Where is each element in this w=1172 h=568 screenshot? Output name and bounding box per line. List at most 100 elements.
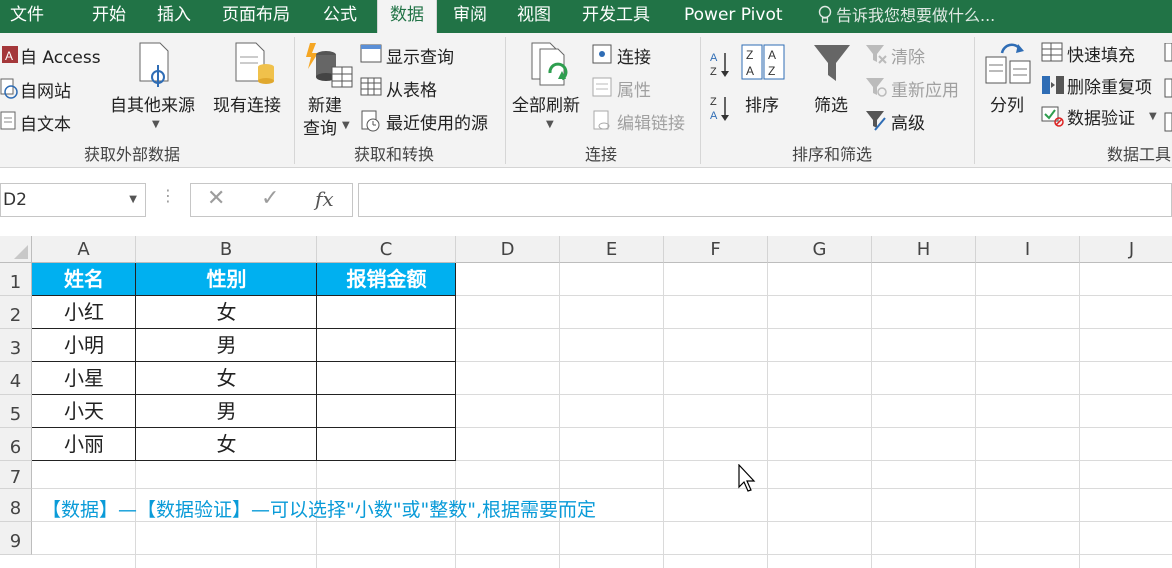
from-table-button[interactable]: 从表格 <box>386 76 437 101</box>
sort-az-icon: AZ <box>710 52 729 78</box>
cancel-icon[interactable]: ✕ <box>207 186 225 211</box>
table-cell[interactable]: 男 <box>136 329 317 362</box>
recent-sources-button[interactable]: 最近使用的源 <box>386 109 488 134</box>
table-cell[interactable] <box>317 362 456 395</box>
tab-page-layout[interactable]: 页面布局 <box>222 0 290 33</box>
column-header-e[interactable]: E <box>560 236 664 263</box>
edit-links-button[interactable]: 编辑链接 <box>617 109 685 134</box>
table-border <box>135 263 136 461</box>
select-all-corner[interactable] <box>0 236 32 263</box>
properties-button[interactable]: 属性 <box>617 76 651 101</box>
row-header-5[interactable]: 5 <box>0 395 32 428</box>
formula-buttons: ✕ ✓ fx <box>190 183 353 217</box>
table-cell[interactable] <box>317 395 456 428</box>
table-header-cell[interactable]: 姓名 <box>32 263 136 296</box>
advanced-button[interactable]: 高级 <box>891 109 925 134</box>
column-header-b[interactable]: B <box>136 236 317 263</box>
reapply-button[interactable]: 重新应用 <box>891 76 959 101</box>
tab-file[interactable]: 文件 <box>10 0 44 33</box>
table-header-cell[interactable]: 报销金额 <box>317 263 456 296</box>
chevron-down-icon[interactable]: ▼ <box>129 184 137 216</box>
remove-duplicates-button[interactable]: 删除重复项 <box>1067 73 1152 98</box>
from-other-sources-button[interactable]: 自其他来源 <box>110 91 195 116</box>
svg-text:A: A <box>5 49 13 63</box>
column-header-d[interactable]: D <box>456 236 560 263</box>
table-border <box>455 263 456 461</box>
table-cell[interactable]: 小星 <box>32 362 136 395</box>
row-header-9[interactable]: 9 <box>0 522 32 555</box>
existing-connections-button[interactable]: 现有连接 <box>213 91 281 116</box>
table-cell[interactable]: 女 <box>136 362 317 395</box>
new-query-icon <box>306 43 353 88</box>
table-cell[interactable] <box>317 428 456 461</box>
name-box[interactable]: D2 ▼ <box>0 183 146 217</box>
gridline <box>767 263 768 568</box>
row-header-7[interactable]: 7 <box>0 461 32 489</box>
column-header-i[interactable]: I <box>976 236 1080 263</box>
column-header-h[interactable]: H <box>872 236 976 263</box>
table-cell[interactable] <box>317 296 456 329</box>
table-cell[interactable]: 小明 <box>32 329 136 362</box>
table-border <box>32 394 456 395</box>
name-box-value: D2 <box>3 190 27 210</box>
table-cell[interactable]: 小丽 <box>32 428 136 461</box>
tab-review[interactable]: 审阅 <box>453 0 487 33</box>
insert-function-icon[interactable]: fx <box>315 187 334 211</box>
gridline <box>32 488 1172 489</box>
tab-insert[interactable]: 插入 <box>157 0 191 33</box>
column-header-j[interactable]: J <box>1080 236 1172 263</box>
from-web-button[interactable]: 自网站 <box>20 77 71 102</box>
column-header-c[interactable]: C <box>317 236 456 263</box>
svg-text:Z: Z <box>746 48 753 62</box>
svg-text:A: A <box>710 52 718 64</box>
tab-formulas[interactable]: 公式 <box>323 0 357 33</box>
text-to-columns-button[interactable]: 分列 <box>990 91 1024 116</box>
data-validation-button[interactable]: 数据验证 <box>1067 104 1135 129</box>
more-tools-icon <box>1164 43 1172 132</box>
from-access-button[interactable]: 自 Access <box>20 43 101 68</box>
tab-data[interactable]: 数据 <box>377 0 437 33</box>
row-header-8[interactable]: 8 <box>0 489 32 522</box>
row-header-6[interactable]: 6 <box>0 428 32 461</box>
group-label-sort-filter: 排序和筛选 <box>792 145 873 164</box>
formula-input[interactable] <box>358 183 1172 217</box>
from-text-button[interactable]: 自文本 <box>20 110 71 135</box>
gridline <box>1079 263 1080 568</box>
row-header-3[interactable]: 3 <box>0 329 32 362</box>
table-cell[interactable] <box>317 329 456 362</box>
sort-za-icon: ZA <box>710 96 729 122</box>
group-label-get-transform: 获取和转换 <box>354 145 435 164</box>
table-header-cell[interactable]: 性别 <box>136 263 317 296</box>
table-cell[interactable]: 小天 <box>32 395 136 428</box>
flash-fill-button[interactable]: 快速填充 <box>1067 41 1135 66</box>
table-cell[interactable]: 女 <box>136 296 317 329</box>
sort-button[interactable]: 排序 <box>745 91 779 116</box>
row-header-4[interactable]: 4 <box>0 362 32 395</box>
filter-button[interactable]: 筛选 <box>814 91 848 116</box>
table-cell[interactable]: 男 <box>136 395 317 428</box>
connections-button[interactable]: 连接 <box>617 43 651 68</box>
column-header-f[interactable]: F <box>664 236 768 263</box>
refresh-all-button[interactable]: 全部刷新 <box>512 91 580 116</box>
globe-icon <box>0 78 18 99</box>
show-queries-button[interactable]: 显示查询 <box>386 43 454 68</box>
enter-icon[interactable]: ✓ <box>261 186 279 211</box>
table-border <box>32 361 456 362</box>
column-header-g[interactable]: G <box>768 236 872 263</box>
tab-power-pivot[interactable]: Power Pivot <box>684 0 783 33</box>
row-header-2[interactable]: 2 <box>0 296 32 329</box>
new-query-label-1[interactable]: 新建 <box>308 91 342 116</box>
clear-button[interactable]: 清除 <box>891 43 925 68</box>
tab-developer[interactable]: 开发工具 <box>582 0 650 33</box>
clear-filter-icon <box>866 45 887 64</box>
svg-text:A: A <box>710 110 718 122</box>
new-query-label-2[interactable]: 查询 <box>303 114 337 139</box>
tell-me-box[interactable]: 告诉我您想要做什么... <box>818 0 995 33</box>
row-header-1[interactable]: 1 <box>0 263 32 296</box>
tab-home[interactable]: 开始 <box>92 0 126 33</box>
table-cell[interactable]: 小红 <box>32 296 136 329</box>
tab-view[interactable]: 视图 <box>517 0 551 33</box>
table-cell[interactable]: 女 <box>136 428 317 461</box>
column-header-a[interactable]: A <box>32 236 136 263</box>
drag-handle-icon[interactable]: ⋮ <box>160 186 176 205</box>
